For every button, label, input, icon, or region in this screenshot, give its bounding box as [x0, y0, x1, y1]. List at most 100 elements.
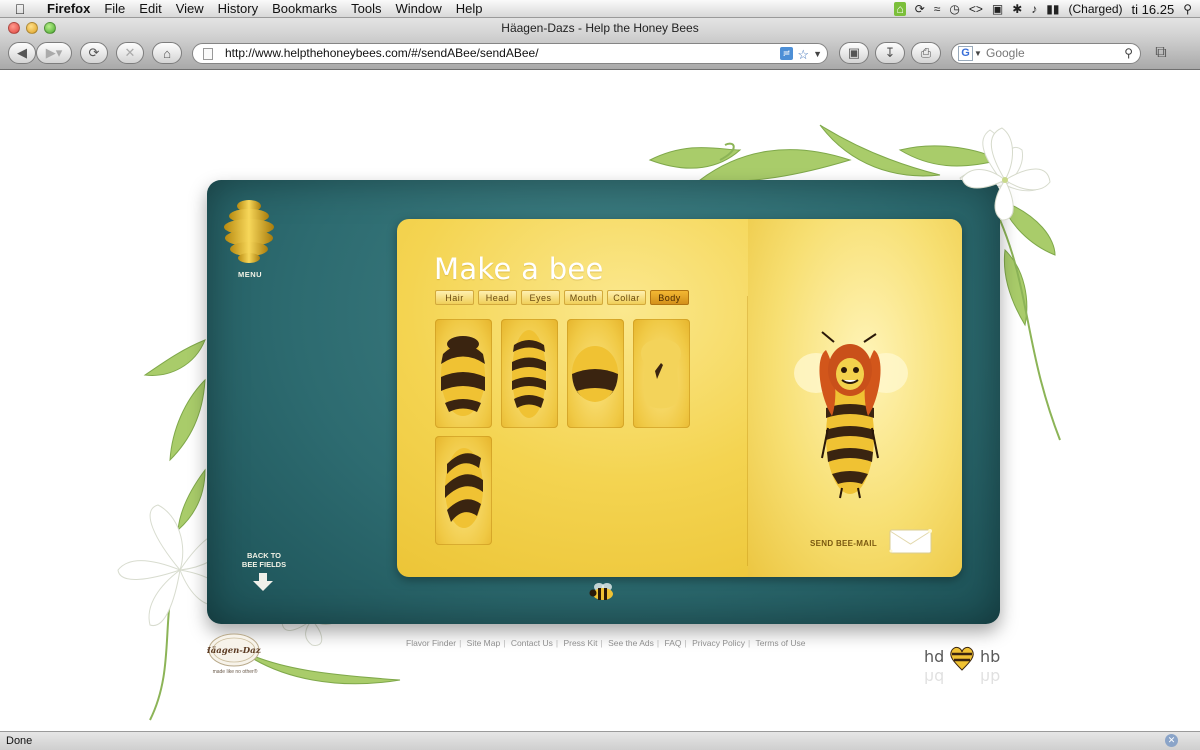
code-icon[interactable]: <>: [969, 2, 983, 16]
footer-link-faq[interactable]: FAQ: [665, 638, 682, 648]
bluetooth-icon[interactable]: ✱: [1012, 2, 1022, 16]
stop-button[interactable]: ✕: [116, 42, 144, 64]
apple-menu-icon[interactable]: : [0, 1, 40, 17]
stop-icon: ✕: [124, 45, 136, 60]
body-option-half-striped-round[interactable]: [567, 319, 624, 428]
footer-link-privacy-policy[interactable]: Privacy Policy: [692, 638, 745, 648]
battery-status: (Charged): [1068, 2, 1123, 16]
menu-history[interactable]: History: [211, 1, 265, 16]
spotlight-icon[interactable]: ⚲: [1183, 2, 1192, 16]
status-text: Done: [6, 735, 33, 747]
tabs-overview-icon[interactable]: ⧉: [1151, 44, 1171, 62]
send-bee-mail-label[interactable]: SEND BEE-MAIL: [810, 539, 877, 548]
body-option-pear-plain[interactable]: [633, 319, 690, 428]
back-to-bee-fields-link[interactable]: BACK TO BEE FIELDS: [236, 551, 292, 569]
bookmark-star-icon[interactable]: ☆: [797, 45, 809, 64]
menu-edit[interactable]: Edit: [132, 1, 168, 16]
volume-icon[interactable]: ♪: [1031, 2, 1037, 16]
menu-view[interactable]: View: [169, 1, 211, 16]
hdhb-right-reflection: hb: [980, 668, 1000, 687]
print-icon: ⎙: [920, 45, 932, 60]
pear-plain-body-icon: [641, 339, 681, 409]
footer-link-flavor-finder[interactable]: Flavor Finder: [406, 638, 456, 648]
forward-arrow-icon: ▶▾: [45, 45, 63, 60]
back-button[interactable]: ◀: [8, 42, 36, 64]
tab-eyes[interactable]: Eyes: [521, 290, 560, 305]
footer-link-press-kit[interactable]: Press Kit: [563, 638, 597, 648]
clock[interactable]: ti 16.25: [1132, 2, 1175, 17]
battery-icon[interactable]: ▮▮: [1046, 2, 1059, 16]
search-field[interactable]: G ▼ Google ⚲: [951, 43, 1141, 64]
page-title: Make a bee: [434, 252, 604, 286]
bee-preview-image: [794, 331, 908, 499]
status-bar: Done ✕: [0, 731, 1200, 750]
footer-link-site-map[interactable]: Site Map: [467, 638, 501, 648]
forward-button[interactable]: ▶▾: [36, 42, 72, 64]
hd-loves-hb-logo[interactable]: hd hb hd hb: [924, 642, 1004, 692]
url-text: http://www.helpthehoneybees.com/#/sendAB…: [225, 46, 539, 60]
menu-bookmarks[interactable]: Bookmarks: [265, 1, 344, 16]
sync-icon[interactable]: ⟳: [915, 2, 925, 16]
download-button[interactable]: ↧: [875, 42, 905, 64]
reload-button[interactable]: ⟳: [80, 42, 108, 64]
footer-link-see-the-ads[interactable]: See the Ads: [608, 638, 654, 648]
body-option-striped-long[interactable]: [501, 319, 558, 428]
panel-divider: [747, 296, 748, 566]
tab-mouth[interactable]: Mouth: [564, 290, 603, 305]
half-striped-round-body-icon: [572, 346, 618, 402]
tab-collar[interactable]: Collar: [607, 290, 646, 305]
menu-window[interactable]: Window: [389, 1, 449, 16]
haagen-dazs-logo-text: Häagen-Dazs: [207, 645, 261, 656]
minimize-window-icon[interactable]: [26, 22, 38, 34]
screenshot-button[interactable]: ▣: [839, 42, 869, 64]
home-icon: ⌂: [163, 45, 171, 61]
menu-tools[interactable]: Tools: [344, 1, 388, 16]
footer-link-terms-of-use[interactable]: Terms of Use: [755, 638, 805, 648]
display-icon[interactable]: ▣: [992, 2, 1003, 16]
footer-link-contact-us[interactable]: Contact Us: [511, 638, 553, 648]
back-arrow-icon: ◀: [17, 45, 27, 60]
body-option-spiral-striped[interactable]: [435, 436, 492, 545]
window-title: Häagen-Dazs - Help the Honey Bees: [501, 21, 699, 35]
body-option-striped-round[interactable]: [435, 319, 492, 428]
wifi-icon[interactable]: ≈: [934, 2, 941, 16]
zoom-window-icon[interactable]: [44, 22, 56, 34]
tab-head[interactable]: Head: [478, 290, 517, 305]
back-label-line1: BACK TO: [246, 551, 282, 560]
window-titlebar: Häagen-Dazs - Help the Honey Bees: [0, 18, 1200, 38]
beehive-menu-icon[interactable]: [221, 196, 277, 266]
google-engine-icon[interactable]: G: [958, 46, 973, 61]
download-icon: ↧: [884, 45, 896, 60]
flower-decoration: [961, 127, 1051, 221]
striped-long-body-icon: [512, 330, 546, 418]
engine-dropdown-icon[interactable]: ▼: [974, 44, 982, 63]
mac-menubar:  Firefox File Edit View History Bookmar…: [0, 0, 1200, 18]
tab-hair[interactable]: Hair: [435, 290, 474, 305]
haagen-dazs-logo[interactable]: Häagen-Dazs: [207, 632, 261, 668]
home-button[interactable]: ⌂: [152, 42, 182, 64]
menu-file[interactable]: File: [97, 1, 132, 16]
browser-toolbar: ◀ ▶▾ ⟳ ✕ ⌂ http://www.helpthehoneybees.c…: [0, 38, 1200, 70]
envelope-icon[interactable]: [889, 529, 932, 554]
hdhb-left-text: hd: [924, 647, 944, 666]
rss-icon[interactable]: ≓: [780, 47, 793, 60]
flying-bee-icon: [589, 583, 613, 600]
search-icon[interactable]: ⚲: [1124, 44, 1133, 63]
tab-body[interactable]: Body: [650, 290, 689, 305]
search-placeholder: Google: [986, 46, 1025, 60]
menu-label[interactable]: MENU: [226, 270, 274, 279]
menubar-status-area: ⌂ ⟳ ≈ ◷ <> ▣ ✱ ♪ ▮▮ (Charged) ti 16.25 ⚲: [894, 0, 1192, 18]
close-window-icon[interactable]: [8, 22, 20, 34]
status-close-icon[interactable]: ✕: [1165, 734, 1178, 747]
home-status-icon[interactable]: ⌂: [894, 2, 906, 16]
menu-help[interactable]: Help: [449, 1, 490, 16]
menu-app-firefox[interactable]: Firefox: [40, 1, 97, 16]
url-field[interactable]: http://www.helpthehoneybees.com/#/sendAB…: [192, 43, 828, 64]
down-arrow-icon[interactable]: [252, 573, 274, 591]
time-machine-icon[interactable]: ◷: [949, 2, 959, 16]
reload-icon: ⟳: [88, 45, 100, 60]
page-icon: [203, 48, 213, 60]
url-dropdown-icon[interactable]: ▼: [813, 45, 822, 64]
footer-links: Flavor Finder | Site Map | Contact Us | Pre…: [406, 638, 806, 648]
print-button[interactable]: ⎙: [911, 42, 941, 64]
